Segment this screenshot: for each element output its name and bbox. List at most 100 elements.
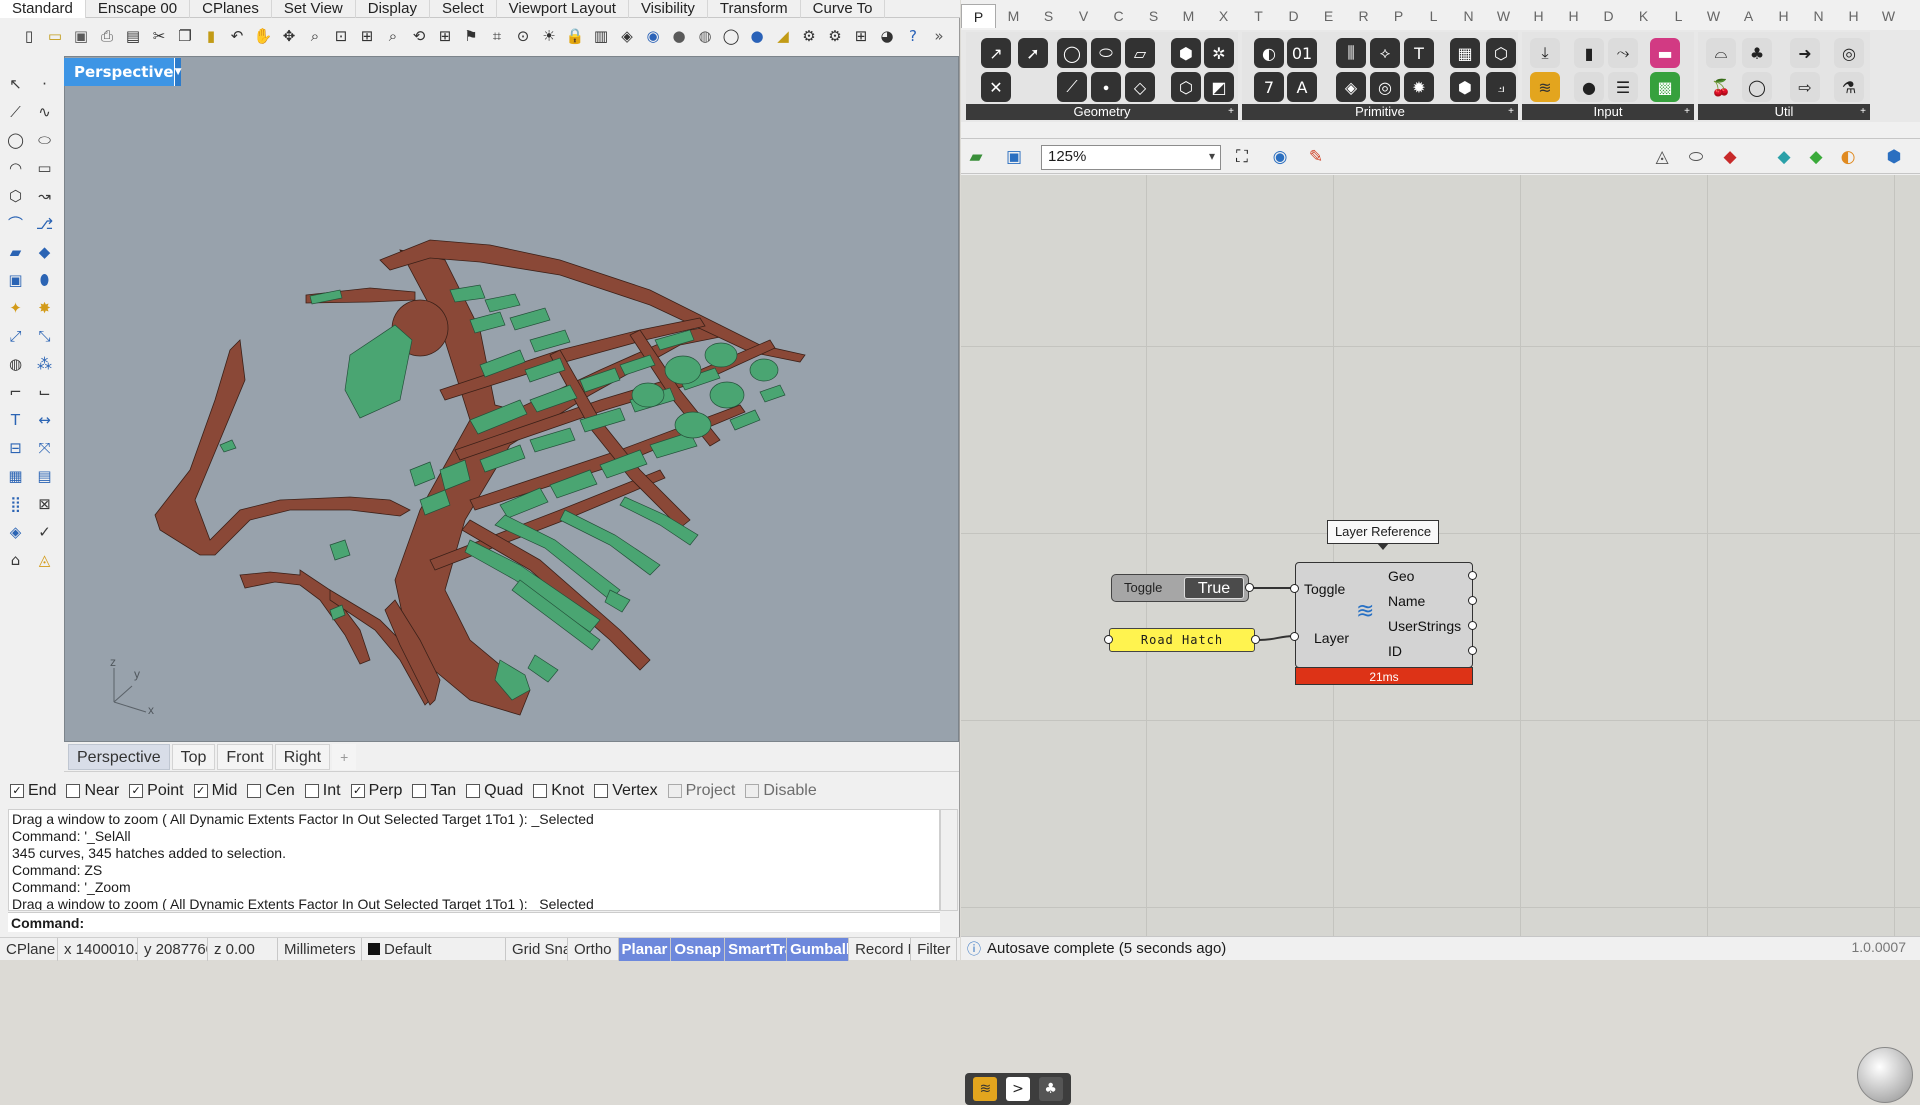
output-grip-userstrings[interactable]	[1468, 621, 1477, 630]
osnap-checkbox[interactable]	[304, 784, 319, 798]
wireframe-preview-icon[interactable]: ◬	[1649, 144, 1675, 170]
glasses-icon[interactable]: ⌓	[1706, 38, 1736, 68]
gh-tab-3[interactable]: V	[1066, 8, 1101, 24]
save-icon[interactable]: ▣	[70, 25, 92, 47]
move-icon[interactable]: ⤢	[2, 322, 29, 349]
gh-tab-24[interactable]: N	[1801, 8, 1836, 24]
group-icon[interactable]: ⁂	[31, 350, 58, 377]
document-preview-icon[interactable]: ◆	[1771, 144, 1797, 170]
navigation-compass[interactable]	[1857, 1047, 1913, 1103]
gh-tab-21[interactable]: W	[1696, 8, 1731, 24]
osnap-point[interactable]: ✓ Point	[129, 782, 184, 800]
panel-widget-icon[interactable]: ≋	[973, 1077, 998, 1101]
new-file-icon[interactable]: ▯	[18, 25, 40, 47]
osnap-checkbox[interactable]	[667, 784, 682, 798]
plane-param-icon[interactable]: ▱	[1125, 38, 1155, 68]
osnap-int[interactable]: Int	[304, 782, 341, 800]
paste-icon[interactable]: ▮	[200, 25, 222, 47]
rendered-icon[interactable]: ◍	[694, 25, 716, 47]
properties-icon[interactable]: ▤	[122, 25, 144, 47]
osnap-checkbox[interactable]: ✓	[10, 784, 24, 798]
colour-swatch-icon[interactable]: ▩	[1650, 72, 1680, 102]
osnap-mid[interactable]: ✓ Mid	[193, 782, 237, 800]
osnap-disable[interactable]: Disable	[745, 782, 817, 800]
status-toggle-osnap[interactable]: Osnap	[671, 937, 726, 961]
panel-input-grip[interactable]	[1104, 635, 1113, 644]
boolean-toggle[interactable]: Toggle True	[1111, 574, 1254, 602]
osnap-checkbox[interactable]: ✓	[193, 784, 208, 798]
grasshopper-canvas[interactable]: Layer Reference Toggle True Road Hatch T…	[961, 175, 1920, 1105]
surface-param-icon[interactable]: ⬭	[1091, 38, 1121, 68]
osnap-checkbox[interactable]	[247, 784, 262, 798]
input-grip-toggle[interactable]	[1290, 584, 1299, 593]
box-icon[interactable]: ▣	[2, 266, 29, 293]
osnap-checkbox[interactable]	[745, 784, 760, 798]
status-cplane[interactable]: CPlane	[0, 937, 58, 961]
rectangle-icon[interactable]: ▭	[31, 154, 58, 181]
cplane-icon[interactable]: ⌗	[486, 25, 508, 47]
status-toggle-ortho[interactable]: Ortho	[568, 937, 619, 961]
polyline-icon[interactable]: ⟋	[2, 98, 29, 125]
open-file-icon[interactable]: ▭	[44, 25, 66, 47]
tree-icon[interactable]: ♣	[1742, 38, 1772, 68]
text-param-icon[interactable]: A	[1287, 72, 1317, 102]
gh-tab-26[interactable]: W	[1871, 8, 1906, 24]
curve-param-icon[interactable]: ↗	[981, 38, 1011, 68]
gh-tab-10[interactable]: E	[1311, 8, 1346, 24]
gh-tab-0[interactable]: P	[961, 4, 996, 28]
status-toggle-record-history[interactable]: Record History	[849, 937, 912, 961]
tab-cplanes[interactable]: CPlanes	[190, 0, 272, 18]
toggle-input-icon[interactable]: ▮	[1574, 38, 1604, 68]
gh-tab-20[interactable]: L	[1661, 8, 1696, 24]
gh-tab-7[interactable]: X	[1206, 8, 1241, 24]
group-param-icon[interactable]: ◇	[1125, 72, 1155, 102]
osnap-end[interactable]: ✓ End	[10, 782, 56, 800]
text-icon[interactable]: T	[2, 406, 29, 433]
gh-tab-5[interactable]: S	[1136, 8, 1171, 24]
solid-icon[interactable]: ◆	[31, 238, 58, 265]
boolean-icon[interactable]: ✦	[2, 294, 29, 321]
four-view-icon[interactable]: ⊞	[434, 25, 456, 47]
sphere-icon[interactable]: ◯	[720, 25, 742, 47]
osnap-project[interactable]: Project	[667, 782, 735, 800]
tab-top[interactable]: Top	[171, 743, 216, 770]
status-toggle-planar[interactable]: Planar	[618, 937, 672, 961]
osnap-checkbox[interactable]	[412, 784, 427, 798]
undo-view-icon[interactable]: ⟲	[408, 25, 430, 47]
tab-viewport-layout[interactable]: Viewport Layout	[497, 0, 629, 18]
viewport-menu-arrow-icon[interactable]: ▼	[173, 58, 182, 86]
fillet-icon[interactable]: ⌒	[2, 210, 29, 237]
zoom-extents-icon[interactable]: ⛶	[1229, 144, 1255, 170]
more-icon[interactable]: »	[928, 25, 950, 47]
shaded-preview-icon[interactable]: ⬭	[1683, 144, 1709, 170]
arrow-right-icon[interactable]: ➜	[1790, 38, 1820, 68]
boolean-param-icon[interactable]: ◐	[1254, 38, 1284, 68]
transform-param-icon[interactable]: ⟓	[1486, 72, 1516, 102]
offset-icon[interactable]: ⎇	[31, 210, 58, 237]
osnap-checkbox[interactable]	[533, 784, 548, 798]
layer-reference-component[interactable]: Toggle Layer ≋ Geo Name UserStrings ID 2…	[1290, 562, 1477, 685]
camera-icon[interactable]: ⊙	[512, 25, 534, 47]
zoom-icon[interactable]: ⌕	[304, 25, 326, 47]
options-icon[interactable]: ⚙	[798, 25, 820, 47]
print-icon[interactable]: ⎙	[96, 25, 118, 47]
preview-colour-icon[interactable]: ◐	[1835, 144, 1861, 170]
tab-display[interactable]: Display	[356, 0, 430, 18]
circle-icon[interactable]: ◯	[2, 126, 29, 153]
tab-curve-tools[interactable]: Curve To	[801, 0, 886, 18]
explode-icon[interactable]: ✸	[31, 294, 58, 321]
gh-tab-23[interactable]: H	[1766, 8, 1801, 24]
arrow-outline-icon[interactable]: ⇨	[1790, 72, 1820, 102]
mesh-icon[interactable]: ◍	[2, 350, 29, 377]
status-layer[interactable]: Default	[362, 937, 506, 961]
viewport-title-tab[interactable]: Perspective ▼	[64, 58, 182, 86]
brep-param-icon[interactable]: ⬢	[1171, 38, 1201, 68]
osnap-checkbox[interactable]: ✓	[129, 784, 144, 798]
output-grip-name[interactable]	[1468, 596, 1477, 605]
value-list-icon[interactable]: ☰	[1608, 72, 1638, 102]
remove-param-icon[interactable]: ✕	[981, 72, 1011, 102]
copy-icon[interactable]: ❐	[174, 25, 196, 47]
gh-tab-9[interactable]: D	[1276, 8, 1311, 24]
line-param-icon[interactable]: ⟋	[1057, 72, 1087, 102]
tab-right[interactable]: Right	[274, 743, 331, 770]
